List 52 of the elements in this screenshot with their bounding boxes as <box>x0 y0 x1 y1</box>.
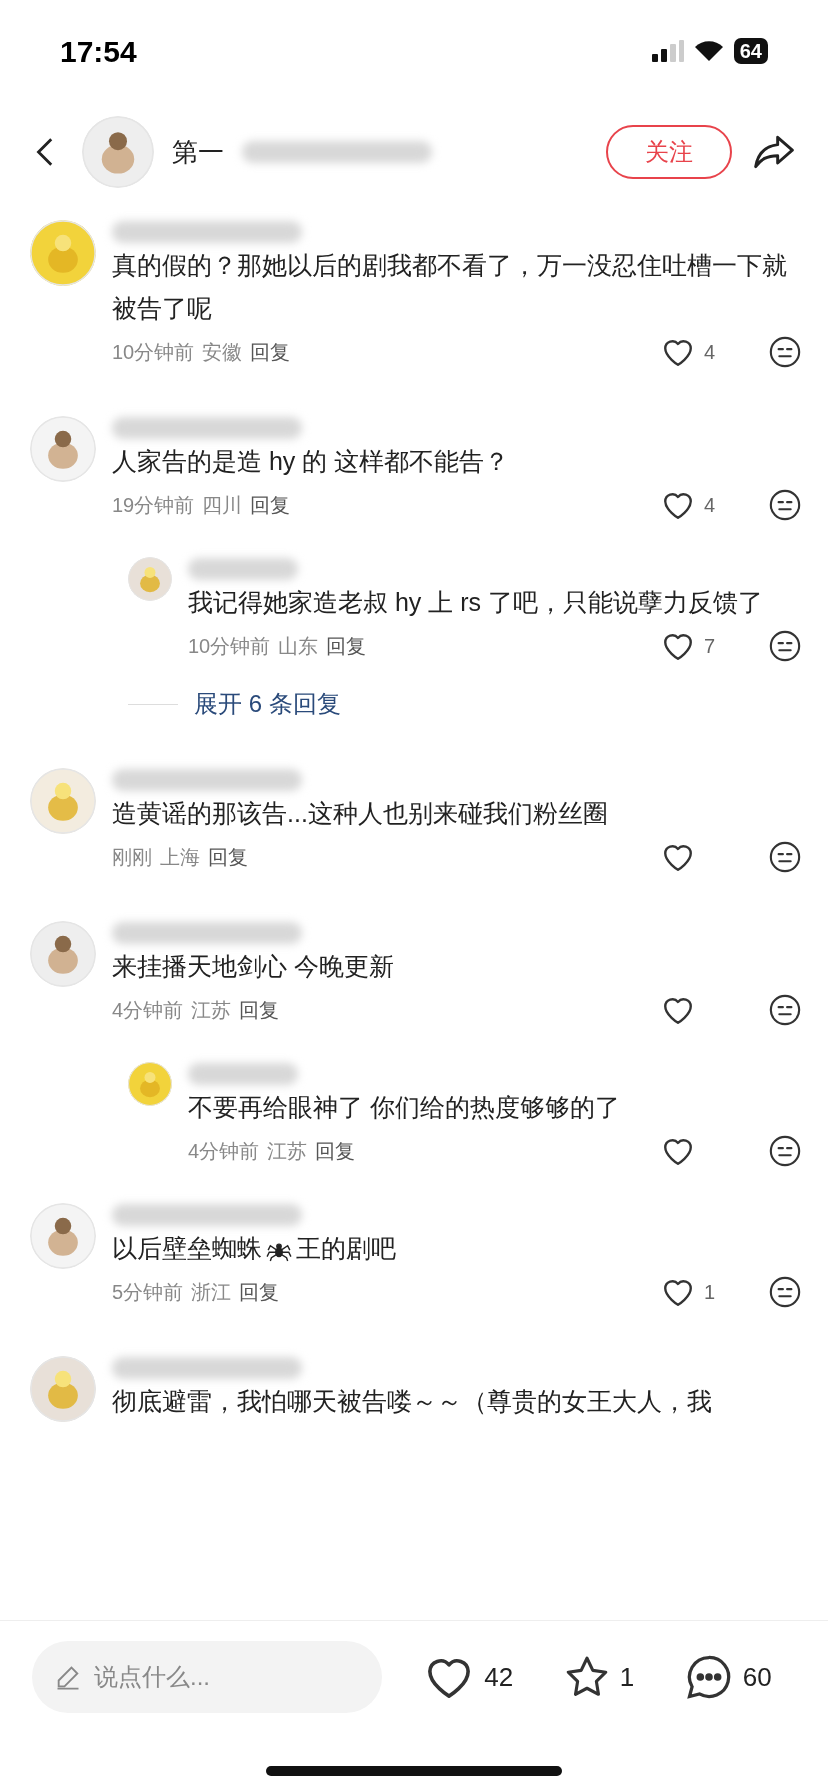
like-count: 4 <box>704 493 716 518</box>
reply-link[interactable]: 回复 <box>250 337 291 367</box>
comment-region: 四川 <box>202 493 243 518</box>
comment-region: 山东 <box>278 634 319 659</box>
reply-link[interactable]: 回复 <box>326 631 367 661</box>
comment-text: 真的假的？那她以后的剧我都不看了，万一没忍住吐槽一下就被告了呢 <box>112 250 788 324</box>
like-count: 4 <box>704 340 716 365</box>
face-icon[interactable] <box>768 629 802 663</box>
expand-replies-link[interactable]: 展开 6 条回复 <box>194 686 341 722</box>
comment-region: 浙江 <box>191 1280 232 1305</box>
comment-input[interactable]: 说点什么... <box>32 1641 382 1713</box>
comment-text: 造黄谣的那该告...这种人也别来碰我们粉丝圈 <box>112 798 608 829</box>
likes-count: 42 <box>484 1660 514 1694</box>
battery-icon: 64 <box>733 38 768 64</box>
comment-text: 以后壁垒蜘蛛 <box>112 1233 262 1264</box>
comment-text: 彻底避雷，我怕哪天被告喽～～（尊贵的女王大人，我 <box>112 1386 712 1417</box>
comment-time: 4分钟前 <box>188 1139 260 1164</box>
comment-time: 4分钟前 <box>112 998 184 1023</box>
author-name: 第一 <box>172 135 224 169</box>
face-icon[interactable] <box>768 1134 802 1168</box>
reply-link[interactable]: 回复 <box>315 1136 356 1166</box>
comment-time: 10分钟前 <box>112 340 195 365</box>
comment-text: 我记得她家造老叔 hy 上 rs 了吧，只能说孽力反馈了 <box>188 587 763 618</box>
comment-region: 江苏 <box>267 1139 308 1164</box>
stars-count: 1 <box>619 1660 635 1694</box>
wifi-icon <box>693 40 724 62</box>
comment-text: 不要再给眼神了 你们给的热度够够的了 <box>188 1092 620 1123</box>
follow-button[interactable]: 关注 <box>606 125 732 179</box>
comment-region: 江苏 <box>191 998 232 1023</box>
comment-text: 来挂播天地剑心 今晚更新 <box>112 951 394 982</box>
comment-text: 人家告的是造 hy 的 这样都不能告？ <box>112 446 510 477</box>
comments-count: 60 <box>742 1660 772 1694</box>
comment-time: 刚刚 <box>112 845 152 870</box>
comment-time: 10分钟前 <box>188 634 271 659</box>
face-icon[interactable] <box>768 488 802 522</box>
like-count: 7 <box>704 634 716 659</box>
reply-link[interactable]: 回复 <box>250 490 291 520</box>
reply-link[interactable]: 回复 <box>239 995 280 1025</box>
comment-region: 上海 <box>160 845 200 870</box>
face-icon[interactable] <box>768 335 802 369</box>
signal-icon <box>651 40 684 62</box>
face-icon[interactable] <box>768 840 802 874</box>
reply-link[interactable]: 回复 <box>239 1277 280 1307</box>
face-icon[interactable] <box>768 1275 802 1309</box>
reply-link[interactable]: 回复 <box>208 842 248 872</box>
like-count: 1 <box>704 1280 716 1305</box>
comment-region: 安徽 <box>202 340 243 365</box>
face-icon[interactable] <box>768 993 802 1027</box>
comment-text: 王的剧吧 <box>296 1233 396 1264</box>
comment-time: 5分钟前 <box>112 1280 184 1305</box>
status-time: 17:54 <box>60 33 137 70</box>
comment-time: 19分钟前 <box>112 493 195 518</box>
